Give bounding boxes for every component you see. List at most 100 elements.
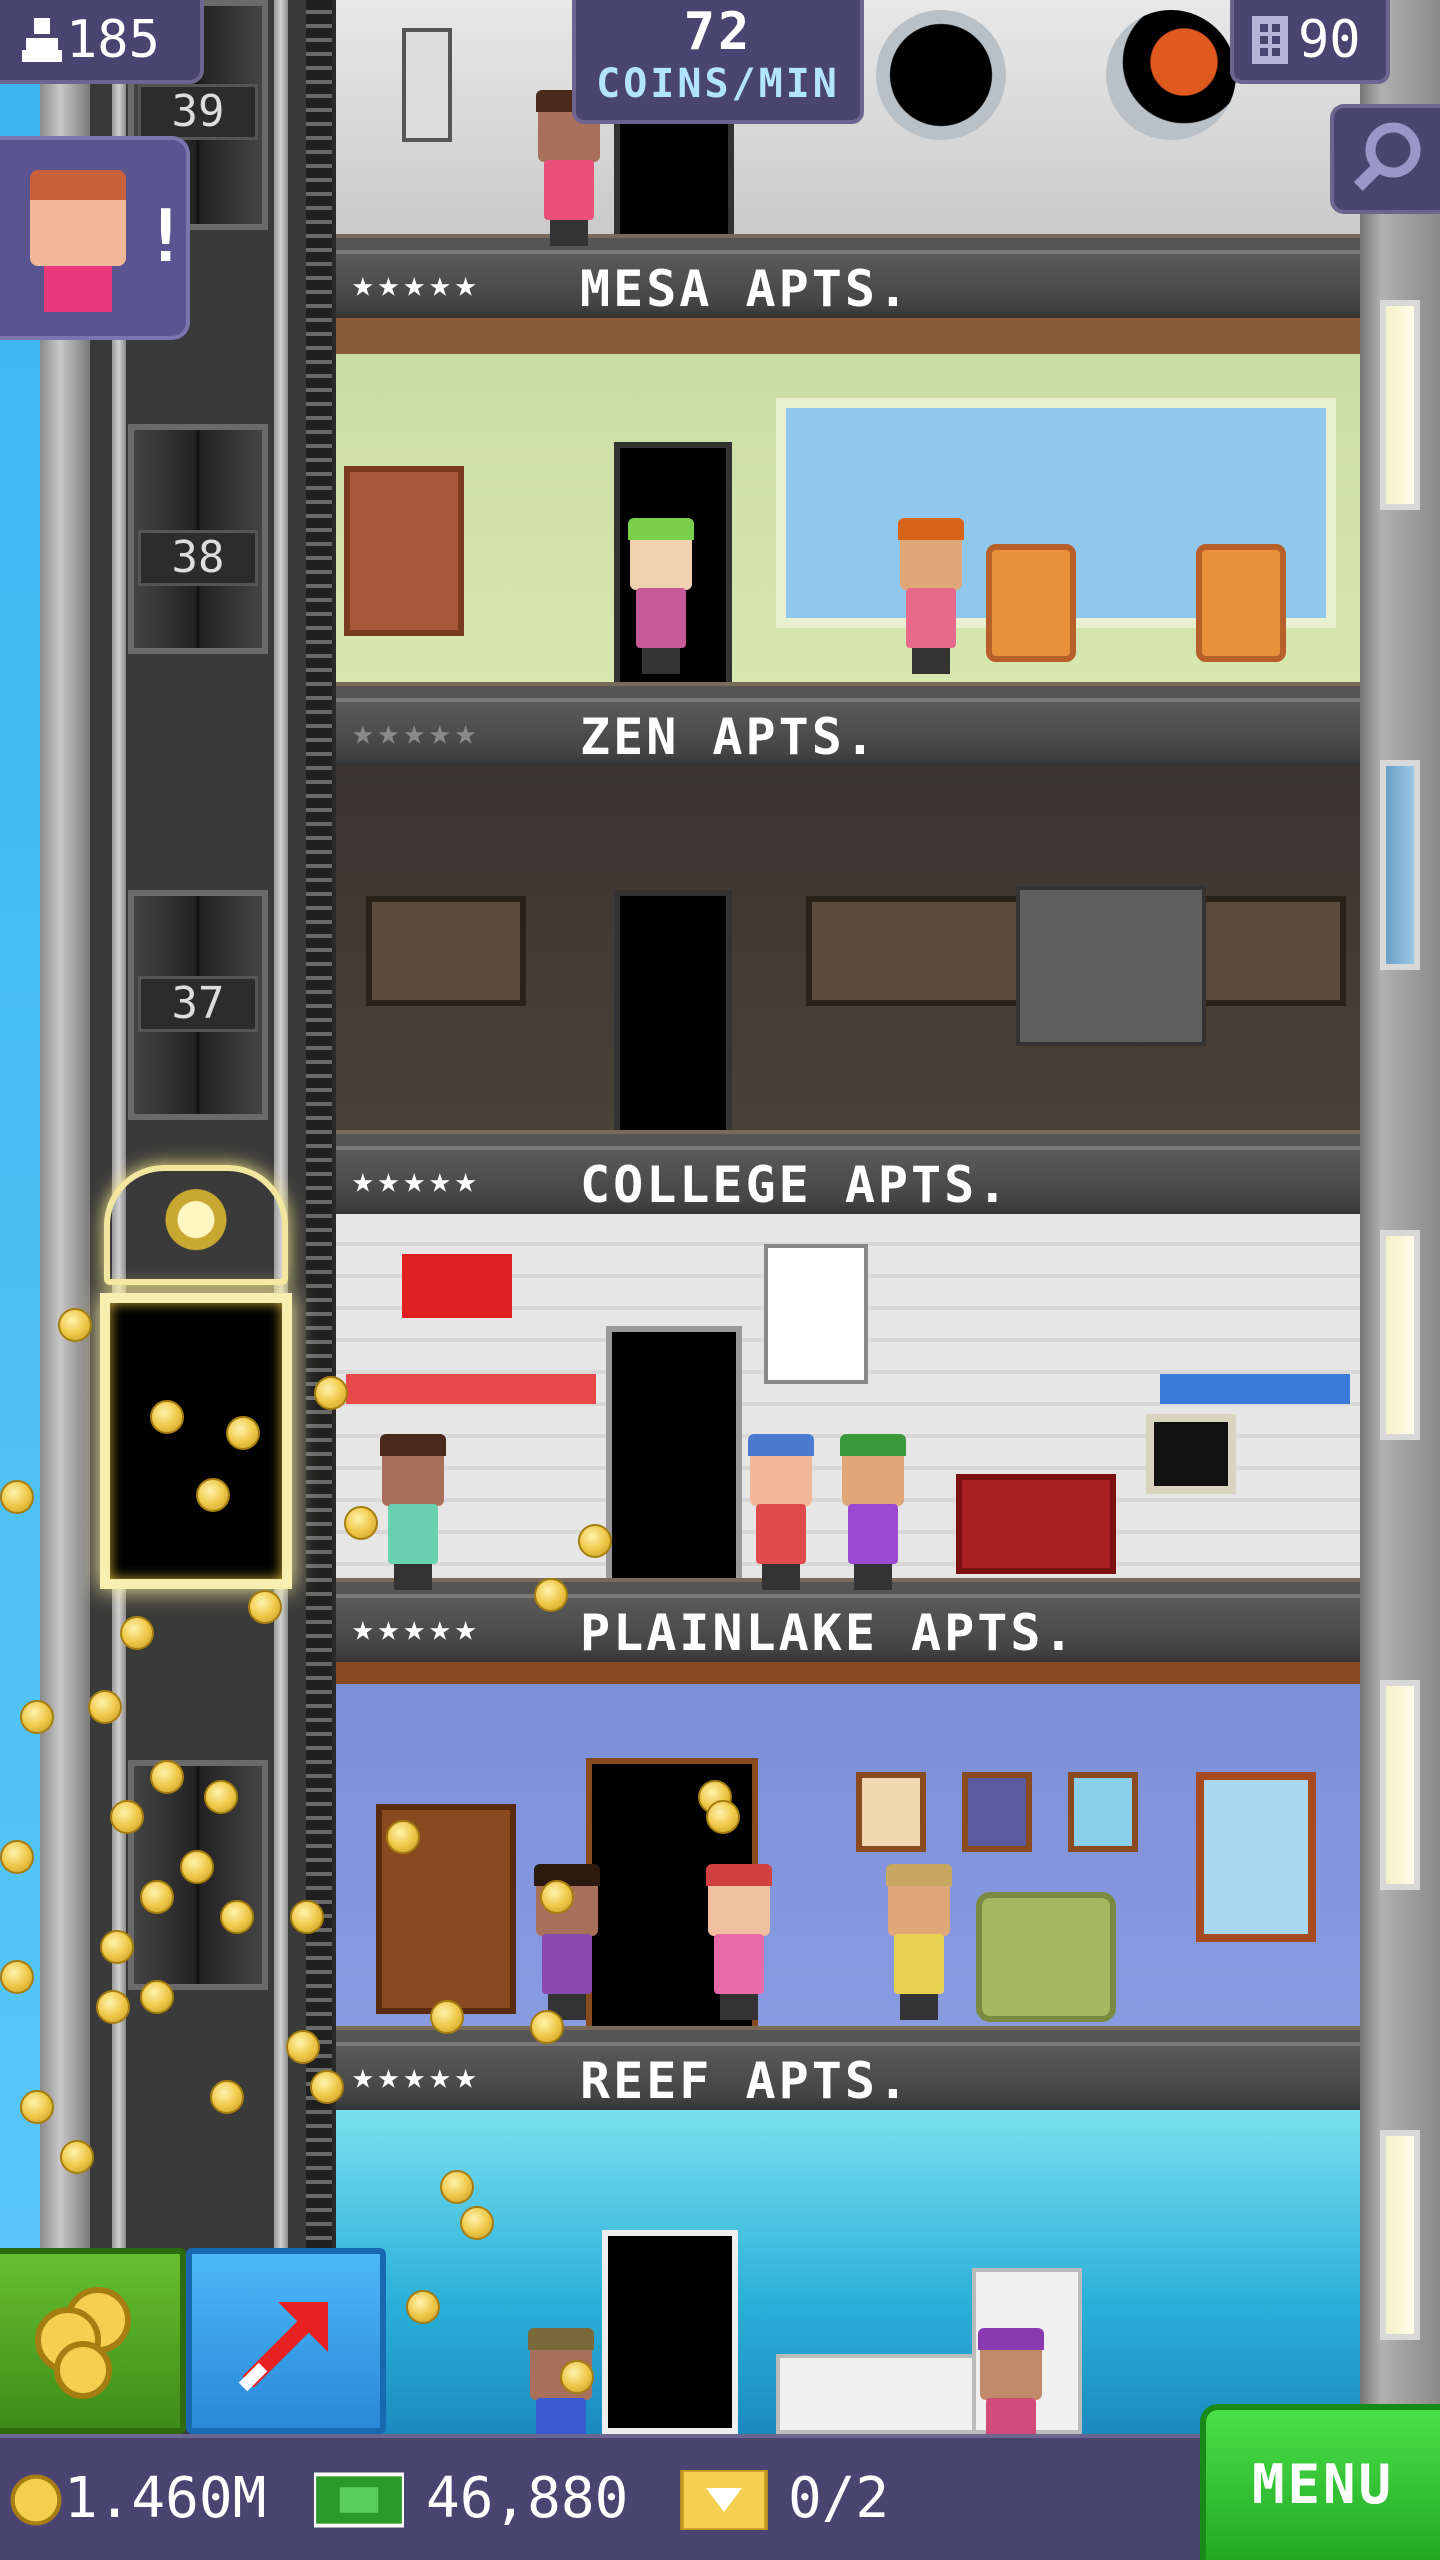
resident-hat xyxy=(748,1434,814,1456)
floor-label-reef[interactable]: ★★★★★ REEF APTS. xyxy=(336,2042,1360,2110)
coin-icon xyxy=(100,1930,134,1964)
coins-total: 1.460M xyxy=(64,2466,267,2531)
coin-icon xyxy=(386,1820,420,1854)
coin-icon xyxy=(0,1840,34,1874)
coin-icon xyxy=(430,2000,464,2034)
floor-stars: ★★★★★ xyxy=(352,1608,481,1649)
resident[interactable] xyxy=(896,518,966,674)
wall-device xyxy=(402,28,452,142)
resident-legs xyxy=(912,648,950,674)
ticket-icon xyxy=(680,2470,768,2530)
coin-icon xyxy=(120,1616,154,1650)
picture-frame xyxy=(856,1772,926,1852)
coin-icon xyxy=(560,2360,594,2394)
floor-slab xyxy=(336,234,1360,250)
floor-stars: ★★★★★ xyxy=(352,712,481,753)
coin-icon xyxy=(20,2090,54,2124)
coin-icon xyxy=(140,1880,174,1914)
resident-body xyxy=(756,1504,806,1564)
coin-icon xyxy=(310,2070,344,2104)
floor-label-plainlake[interactable]: ★★★★★ PLAINLAKE APTS. xyxy=(336,1594,1360,1662)
floor-label-college[interactable]: ★★★★★ COLLEGE APTS. xyxy=(336,1146,1360,1214)
coin-icon xyxy=(290,1900,324,1934)
coin-icon xyxy=(210,2080,244,2114)
sky xyxy=(0,0,40,2440)
elevator-upgrade-button[interactable] xyxy=(186,2248,386,2434)
exterior-window xyxy=(1380,2130,1420,2340)
floor-label-mesa[interactable]: ★★★★★ MESA APTS. xyxy=(336,250,1360,318)
resident-hair xyxy=(380,1434,446,1456)
resident-hat xyxy=(528,2328,594,2350)
floor-name: PLAINLAKE APTS. xyxy=(580,1604,1077,1662)
resident[interactable] xyxy=(746,1434,816,1590)
floor-stars: ★★★★★ xyxy=(352,1160,481,1201)
coin-icon xyxy=(180,1850,214,1884)
floor-door xyxy=(606,1326,742,1594)
floor-name: ZEN APTS. xyxy=(580,708,878,766)
coin-icon xyxy=(440,2170,474,2204)
resident[interactable] xyxy=(378,1434,448,1590)
picture-frame xyxy=(962,1772,1032,1852)
resident-hat xyxy=(840,1434,906,1456)
exterior-window xyxy=(1380,1680,1420,1890)
floor-zen-apts[interactable] xyxy=(336,766,1360,1146)
population-value: 185 xyxy=(66,10,160,70)
coin-icon xyxy=(140,1980,174,2014)
wall-art xyxy=(366,896,526,1006)
coin-icon xyxy=(0,1960,34,1994)
coin-icon xyxy=(10,2474,62,2526)
resident[interactable] xyxy=(838,1434,908,1590)
window xyxy=(1196,1772,1316,1942)
floor-name: REEF APTS. xyxy=(580,2052,912,2110)
floor-label-zen[interactable]: ★★★★★ ZEN APTS. xyxy=(336,698,1360,766)
floor-slab xyxy=(336,1130,1360,1146)
arrow-up-right-icon xyxy=(238,2302,328,2392)
resident[interactable] xyxy=(884,1864,954,2020)
search-button[interactable] xyxy=(1330,104,1440,214)
menu-button[interactable]: MENU xyxy=(1200,2404,1440,2560)
floor-reef-apts[interactable] xyxy=(336,2110,1360,2434)
bookcase xyxy=(956,1474,1116,1574)
bunk-bed xyxy=(1160,1374,1350,1404)
floor-mesa-apts[interactable] xyxy=(336,318,1360,698)
resident-legs xyxy=(550,220,588,246)
coins-per-min-unit: COINS/MIN xyxy=(596,61,840,107)
floor-number-37: 37 xyxy=(138,976,258,1032)
floor-plainlake-apts[interactable] xyxy=(336,1662,1360,2042)
elevator-cab[interactable] xyxy=(100,1293,292,1589)
person-icon xyxy=(22,18,62,62)
coin-pile-icon xyxy=(35,2287,131,2399)
resident-legs xyxy=(854,1564,892,1590)
resident-legs xyxy=(642,648,680,674)
coin-icon xyxy=(578,1524,612,1558)
banknote-icon xyxy=(314,2472,404,2528)
resident[interactable] xyxy=(626,518,696,674)
coin-icon xyxy=(220,1900,254,1934)
floor-door xyxy=(614,110,734,240)
coin-icon xyxy=(96,1990,130,2024)
floor-name: MESA APTS. xyxy=(580,260,912,318)
elevator-car[interactable] xyxy=(96,1165,296,1595)
alert-icon: ! xyxy=(144,194,188,278)
vip-visitor-button[interactable]: ! xyxy=(0,136,190,340)
fridge xyxy=(1016,886,1206,1046)
floor-slab xyxy=(336,682,1360,698)
exterior-window xyxy=(1380,300,1420,510)
resident-body xyxy=(636,588,686,648)
resident-hat xyxy=(978,2328,1044,2350)
resident[interactable] xyxy=(704,1864,774,2020)
coin-icon xyxy=(196,1478,230,1512)
floors-counter[interactable]: 90 xyxy=(1230,0,1390,84)
collect-coins-button[interactable] xyxy=(0,2248,186,2434)
population-counter[interactable]: 185 xyxy=(0,0,204,84)
floor-slab xyxy=(336,2026,1360,2042)
coin-icon xyxy=(110,1800,144,1834)
poster xyxy=(764,1244,868,1384)
floor-number-38: 38 xyxy=(138,530,258,586)
ceiling-trim xyxy=(336,1662,1360,1684)
floor-stars: ★★★★★ xyxy=(352,264,481,305)
coin-icon xyxy=(58,1308,92,1342)
computer xyxy=(1146,1414,1236,1494)
bunk-bed xyxy=(346,1374,596,1404)
coin-icon xyxy=(88,1690,122,1724)
